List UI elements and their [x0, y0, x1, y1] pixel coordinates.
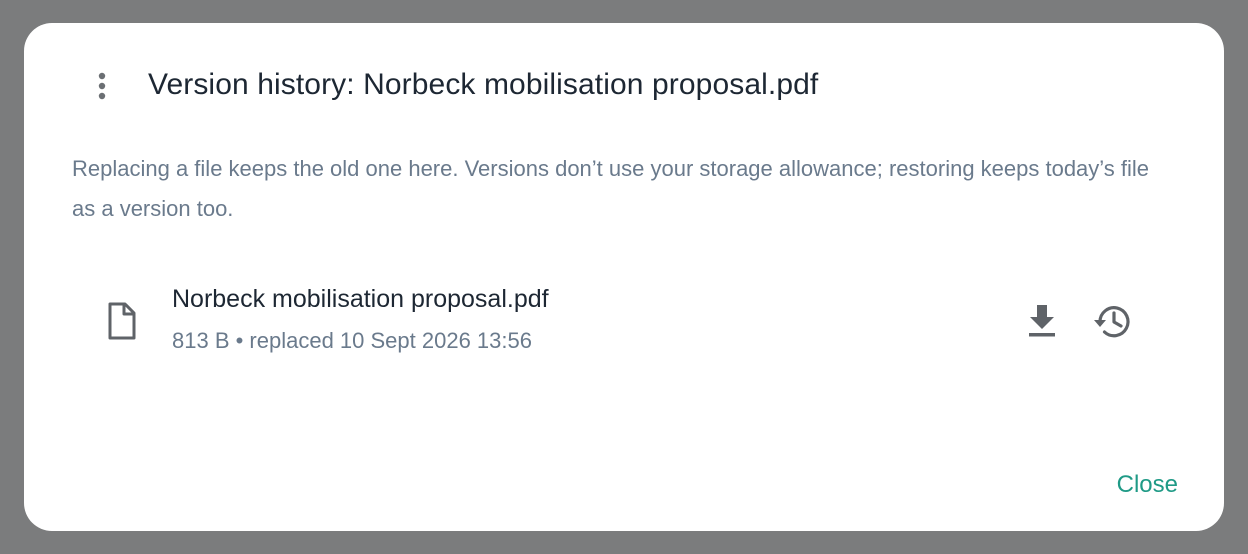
version-file-meta: 813 B • replaced 10 Sept 2026 13:56 — [172, 328, 532, 353]
version-file-name: Norbeck mobilisation proposal.pdf — [172, 285, 549, 313]
dialog-description: Replacing a file keeps the old one here.… — [72, 156, 1150, 221]
file-icon — [106, 301, 138, 341]
version-list-item: Norbeck mobilisation proposal.pdf 813 B … — [72, 279, 1172, 369]
close-button[interactable]: Close — [1117, 471, 1178, 499]
restore-history-icon[interactable] — [1090, 301, 1134, 341]
dialog-title: Version history: Norbeck mobilisation pr… — [148, 68, 819, 101]
version-history-dialog: Version history: Norbeck mobilisation pr… — [24, 23, 1224, 531]
download-icon[interactable] — [1024, 301, 1060, 341]
kebab-menu-icon[interactable] — [88, 71, 116, 103]
dialog-header: Version history: Norbeck mobilisation pr… — [24, 23, 1224, 149]
